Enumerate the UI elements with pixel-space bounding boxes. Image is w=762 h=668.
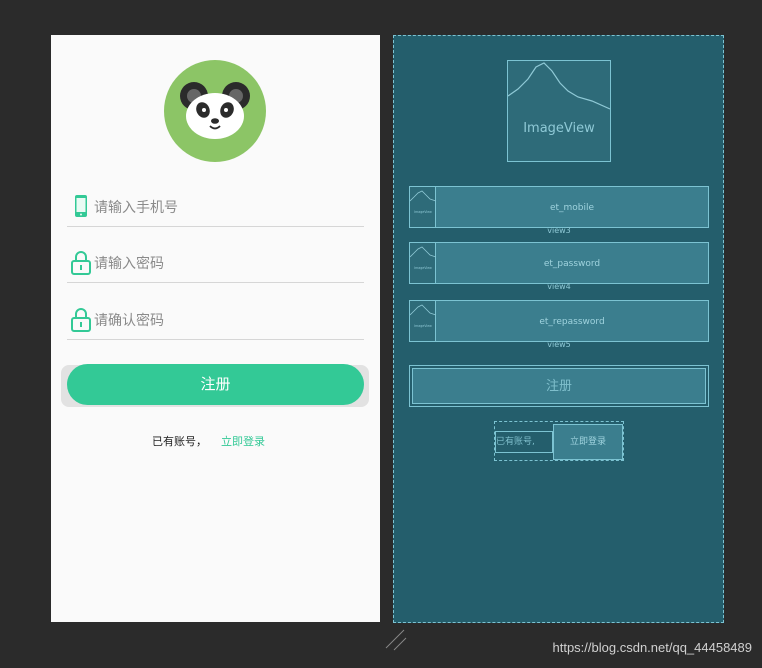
blueprint-login-link[interactable]: 立即登录 — [553, 424, 623, 460]
edittext-box[interactable]: et_repassword — [436, 301, 708, 341]
lock-icon — [69, 307, 93, 333]
edittext-id: et_password — [543, 259, 601, 269]
edittext-box[interactable]: et_mobile — [436, 187, 708, 227]
confirm-password-placeholder: 请确认密码 — [94, 313, 164, 329]
blueprint-footer: 已有账号, 立即登录 — [494, 421, 624, 461]
view-id: view4 — [547, 282, 571, 291]
image-placeholder-icon: ImageView — [410, 246, 436, 270]
view-id: view3 — [547, 226, 571, 235]
mini-imageview: ImageView — [410, 243, 436, 283]
imageview-label: ImageView — [523, 121, 595, 136]
blueprint-register-label: 注册 — [412, 368, 706, 404]
lock-icon — [69, 250, 93, 276]
mobile-placeholder: 请输入手机号 — [94, 200, 178, 216]
phone-icon — [69, 194, 93, 220]
resize-handle-icon[interactable] — [384, 628, 408, 652]
mobile-field[interactable]: 请输入手机号 — [67, 189, 364, 227]
blueprint-preview: ImageView ImageView et_mobile view3 Imag… — [393, 35, 724, 623]
mini-imageview-label: ImageView — [414, 210, 432, 214]
mini-imageview-label: ImageView — [414, 324, 432, 328]
blueprint-imageview[interactable]: ImageView — [507, 60, 611, 162]
panda-avatar — [164, 60, 266, 162]
password-field[interactable]: 请输入密码 — [67, 245, 364, 283]
mini-imageview: ImageView — [410, 301, 436, 341]
blueprint-row-repassword[interactable]: ImageView et_repassword view5 — [409, 300, 709, 349]
image-placeholder-icon: ImageView — [410, 190, 436, 214]
edittext-box[interactable]: et_password — [436, 243, 708, 283]
edittext-id: et_mobile — [549, 203, 595, 213]
blueprint-row-password[interactable]: ImageView et_password view4 — [409, 242, 709, 291]
mini-imageview-label: ImageView — [414, 266, 432, 270]
blueprint-register-button[interactable]: 注册 — [409, 365, 709, 407]
mini-imageview: ImageView — [410, 187, 436, 227]
image-placeholder-icon — [508, 62, 610, 110]
view-id: view5 — [547, 340, 571, 349]
panda-icon — [180, 82, 250, 139]
register-button[interactable]: 注册 — [67, 364, 364, 405]
has-account-text: 已有账号， — [152, 435, 207, 448]
login-link[interactable]: 立即登录 — [221, 433, 265, 449]
confirm-password-field[interactable]: 请确认密码 — [67, 302, 364, 340]
edittext-id: et_repassword — [539, 317, 605, 327]
blueprint-row-mobile[interactable]: ImageView et_mobile view3 — [409, 186, 709, 235]
image-placeholder-icon: ImageView — [410, 304, 436, 328]
password-placeholder: 请输入密码 — [94, 256, 164, 272]
blueprint-has-account: 已有账号, — [495, 431, 553, 453]
design-preview: 请输入手机号 请输入密码 请确认密码 注册 已有账号， 立即登录 — [51, 35, 380, 622]
watermark-text: https://blog.csdn.net/qq_44458489 — [552, 640, 753, 655]
